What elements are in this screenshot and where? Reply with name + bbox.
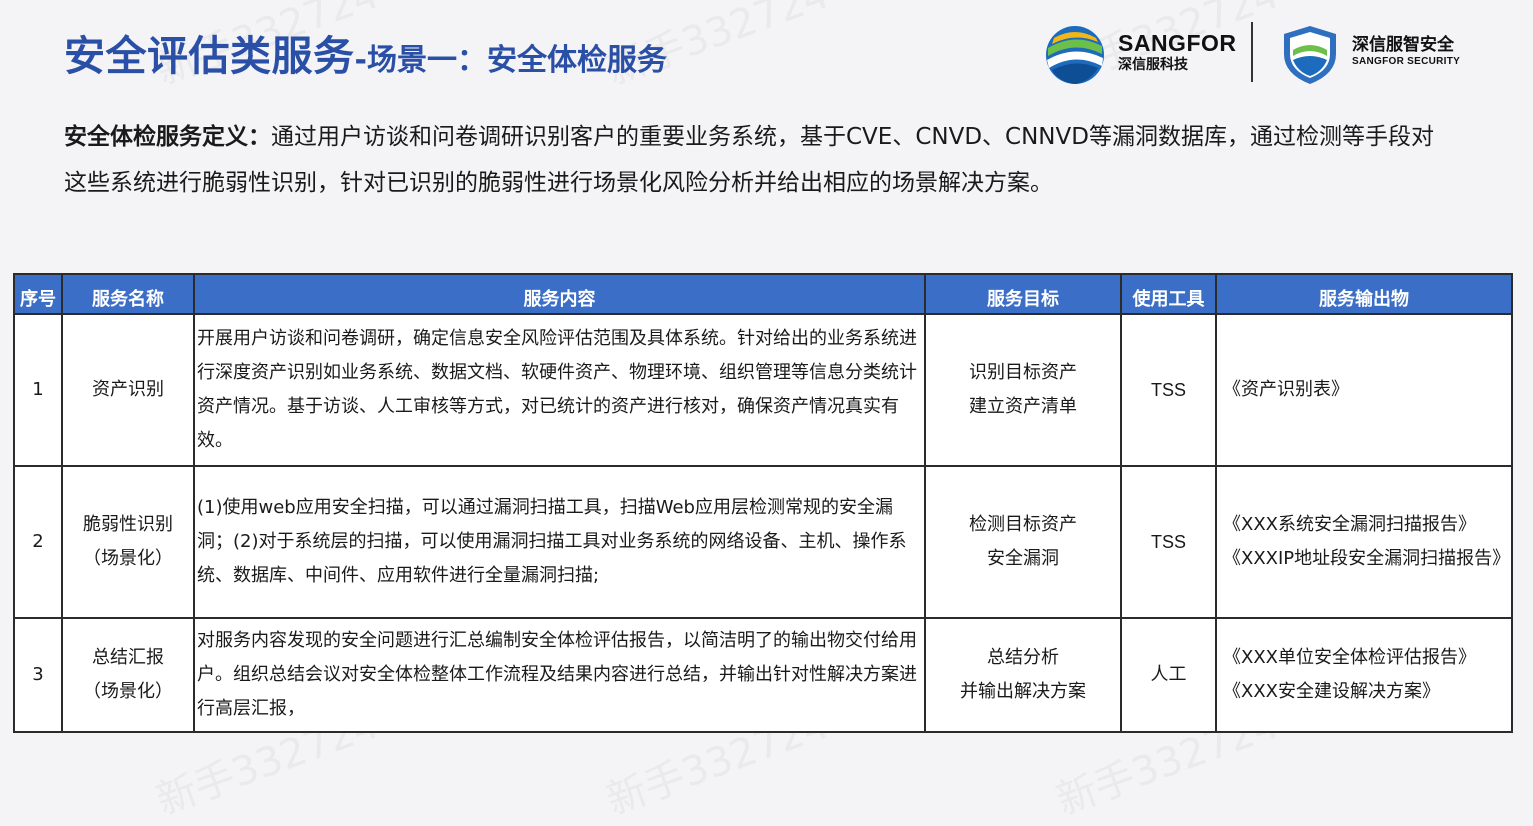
cell-tool: 人工 [1120, 617, 1217, 733]
sangfor-security-shield-logo [1284, 26, 1336, 84]
page-title-main: 安全评估类服务 [64, 32, 355, 80]
cell-name: 脆弱性识别 （场景化） [61, 465, 195, 619]
cell-no: 1 [13, 313, 63, 467]
cell-output: 《资产识别表》 [1215, 313, 1513, 467]
definition-paragraph: 安全体检服务定义：通过用户访谈和问卷调研识别客户的重要业务系统，基于CVE、CN… [64, 114, 1454, 206]
sangfor-globe-logo [1046, 26, 1104, 84]
cell-content: 开展用户访谈和问卷调研，确定信息安全风险评估范围及具体系统。针对给出的业务系统进… [193, 313, 926, 467]
cell-goal: 检测目标资产 安全漏洞 [924, 465, 1122, 619]
page-title: 安全评估类服务-场景一：安全体检服务 [64, 22, 667, 82]
cell-tool: TSS [1120, 313, 1217, 467]
cell-output-line1: 《资产识别表》 [1223, 379, 1349, 400]
cell-name-line2: （场景化） [83, 681, 173, 702]
logo-divider [1251, 22, 1253, 82]
cell-content: 对服务内容发现的安全问题进行汇总编制安全体检评估报告，以简洁明了的输出物交付给用… [193, 617, 926, 733]
cell-name-line1: 脆弱性识别 [83, 514, 173, 535]
brand1-en: SANGFOR [1118, 30, 1237, 56]
cell-no: 3 [13, 617, 63, 733]
cell-no: 2 [13, 465, 63, 619]
sangfor-security-wordmark: 深信服智安全 SANGFOR SECURITY [1352, 34, 1460, 67]
brand1-cn: 深信服科技 [1118, 57, 1188, 73]
col-header-goal: 服务目标 [924, 273, 1122, 315]
cell-name: 总结汇报 （场景化） [61, 617, 195, 733]
cell-goal: 识别目标资产 建立资产清单 [924, 313, 1122, 467]
cell-name: 资产识别 [61, 313, 195, 467]
table-header-row: 序号 服务名称 服务内容 服务目标 使用工具 服务输出物 [13, 273, 1513, 315]
definition-label: 安全体检服务定义： [64, 124, 271, 150]
table-row: 2 脆弱性识别 （场景化） (1)使用web应用安全扫描，可以通过漏洞扫描工具，… [13, 465, 1513, 619]
cell-output: 《XXX单位安全体检评估报告》 《XXX安全建设解决方案》 [1215, 617, 1513, 733]
cell-goal-line1: 总结分析 [987, 647, 1059, 668]
col-header-tool: 使用工具 [1120, 273, 1217, 315]
cell-goal-line2: 建立资产清单 [969, 396, 1077, 417]
cell-name-line1: 总结汇报 [92, 647, 164, 668]
col-header-output: 服务输出物 [1215, 273, 1513, 315]
cell-tool: TSS [1120, 465, 1217, 619]
cell-name-line1: 资产识别 [92, 379, 164, 400]
brand2-cn: 深信服智安全 [1352, 35, 1454, 55]
sangfor-wordmark: SANGFOR 深信服科技 [1118, 30, 1237, 74]
brand-logos: SANGFOR 深信服科技 深信服智安全 SANGFOR SECURITY [1044, 20, 1474, 86]
cell-goal-line1: 识别目标资产 [969, 362, 1077, 383]
page-title-sub: -场景一：安全体检服务 [354, 43, 667, 78]
cell-output-line1: 《XXX单位安全体检评估报告》 [1223, 647, 1476, 668]
col-header-content: 服务内容 [193, 273, 926, 315]
brand2-en: SANGFOR SECURITY [1352, 56, 1461, 67]
cell-goal-line2: 并输出解决方案 [960, 681, 1086, 702]
cell-goal-line2: 安全漏洞 [987, 548, 1059, 569]
cell-output-line1: 《XXX系统安全漏洞扫描报告》 [1223, 514, 1476, 535]
table-row: 1 资产识别 开展用户访谈和问卷调研，确定信息安全风险评估范围及具体系统。针对给… [13, 313, 1513, 467]
col-header-no: 序号 [13, 273, 63, 315]
cell-output-line2: 《XXX安全建设解决方案》 [1223, 681, 1440, 702]
cell-goal-line1: 检测目标资产 [969, 514, 1077, 535]
cell-output-line2: 《XXXIP地址段安全漏洞扫描报告》 [1223, 548, 1511, 569]
cell-content: (1)使用web应用安全扫描，可以通过漏洞扫描工具，扫描Web应用层检测常规的安… [193, 465, 926, 619]
service-table: 序号 服务名称 服务内容 服务目标 使用工具 服务输出物 1 资产识别 开展用户… [13, 273, 1513, 733]
cell-goal: 总结分析 并输出解决方案 [924, 617, 1122, 733]
col-header-name: 服务名称 [61, 273, 195, 315]
cell-output: 《XXX系统安全漏洞扫描报告》 《XXXIP地址段安全漏洞扫描报告》 [1215, 465, 1513, 619]
table-row: 3 总结汇报 （场景化） 对服务内容发现的安全问题进行汇总编制安全体检评估报告，… [13, 617, 1513, 733]
cell-name-line2: （场景化） [83, 548, 173, 569]
